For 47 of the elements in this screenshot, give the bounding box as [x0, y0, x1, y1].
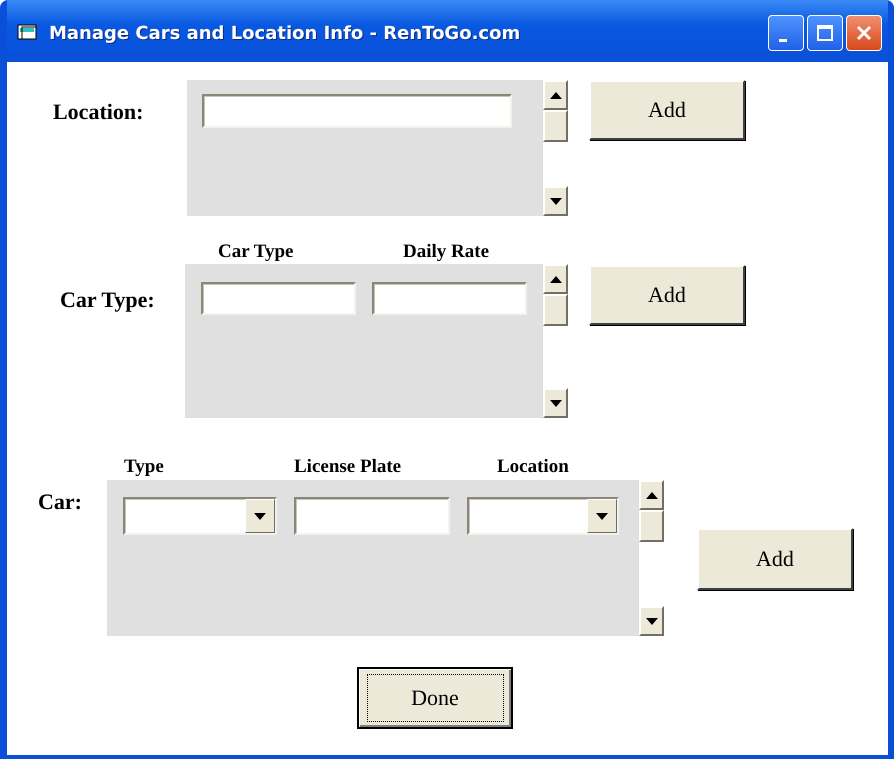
up-arrow-icon	[550, 276, 562, 282]
scroll-down-button[interactable]	[543, 186, 568, 216]
scroll-up-button[interactable]	[639, 480, 664, 510]
dropdown-button[interactable]	[245, 499, 275, 533]
down-arrow-icon	[646, 618, 658, 624]
dropdown-field[interactable]	[123, 497, 277, 535]
down-arrow-icon	[254, 512, 266, 520]
column-heading: Daily Rate	[403, 240, 490, 262]
scrollbar[interactable]	[542, 264, 568, 418]
add-button[interactable]: Add	[589, 80, 745, 140]
add-button[interactable]: Add	[589, 265, 745, 325]
column-heading: Location	[497, 456, 569, 477]
scrollbar[interactable]	[638, 480, 664, 636]
up-arrow-icon	[646, 492, 658, 498]
column-heading: License Plate	[294, 456, 402, 477]
field-label: Location:	[53, 99, 144, 125]
minimize-button[interactable]	[768, 15, 804, 51]
scroll-thumb[interactable]	[543, 294, 568, 326]
scroll-thumb[interactable]	[639, 510, 664, 542]
window-title: Manage Cars and Location Info - RenToGo.com	[49, 22, 522, 44]
scroll-up-button[interactable]	[543, 80, 568, 110]
scroll-up-button[interactable]	[543, 264, 568, 294]
done-button[interactable]: Done	[357, 667, 513, 729]
down-arrow-icon	[550, 400, 562, 406]
text-field[interactable]	[201, 282, 356, 315]
dropdown-field[interactable]	[467, 497, 619, 535]
text-field[interactable]	[294, 497, 450, 535]
minimize-icon	[779, 38, 787, 42]
text-field[interactable]	[202, 94, 512, 128]
column-heading: Type	[124, 456, 164, 477]
text-field[interactable]	[372, 282, 527, 315]
down-arrow-icon	[550, 198, 562, 204]
add-button[interactable]: Add	[697, 528, 853, 590]
column-heading: Car Type	[218, 240, 294, 262]
field-label: Car Type:	[60, 287, 156, 313]
down-arrow-icon	[596, 512, 608, 520]
close-button[interactable]	[846, 15, 882, 51]
scroll-down-button[interactable]	[543, 388, 568, 418]
scroll-down-button[interactable]	[639, 606, 664, 636]
window-icon	[17, 24, 39, 42]
scrollbar[interactable]	[542, 80, 568, 216]
scroll-thumb[interactable]	[543, 110, 568, 142]
maximize-icon	[814, 22, 836, 44]
maximize-button[interactable]	[807, 15, 843, 51]
field-label: Car:	[38, 489, 83, 515]
up-arrow-icon	[550, 92, 562, 98]
dropdown-button[interactable]	[587, 499, 617, 533]
